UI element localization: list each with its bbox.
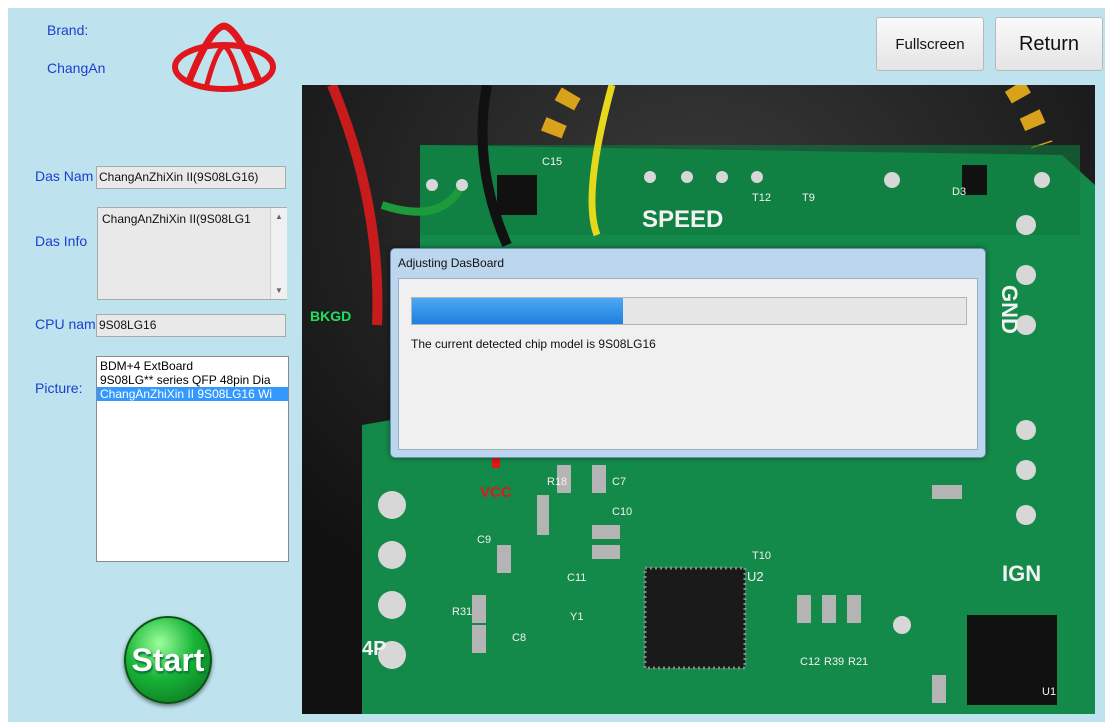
- dialog-body: The current detected chip model is 9S08L…: [398, 278, 978, 450]
- board-label-vcc: VCC: [480, 484, 512, 501]
- board-label-c9: C9: [477, 534, 491, 546]
- picture-list-item[interactable]: 9S08LG** series QFP 48pin Dia: [97, 373, 288, 387]
- board-label-u2: U2: [747, 569, 764, 584]
- das-info-label: Das Info: [35, 233, 88, 249]
- picture-list-item[interactable]: BDM+4 ExtBoard: [97, 359, 288, 373]
- board-label-c11: C11: [567, 572, 586, 584]
- board-label-4p: 4P: [362, 638, 386, 660]
- scroll-down-icon[interactable]: ▼: [271, 286, 287, 295]
- board-label-r21: R21: [848, 656, 868, 668]
- dialog-message: The current detected chip model is 9S08L…: [411, 337, 656, 351]
- dialog-title: Adjusting DasBoard: [398, 256, 505, 270]
- board-label-c15: C15: [542, 156, 562, 168]
- board-label-c7: C7: [612, 476, 626, 488]
- brand-name: ChangAn: [47, 60, 106, 76]
- das-info-textarea[interactable]: ChangAnZhiXin II(9S08LG1: [97, 207, 287, 300]
- picture-label: Picture:: [35, 380, 83, 396]
- board-label-d3: D3: [952, 186, 966, 198]
- picture-listbox[interactable]: BDM+4 ExtBoard 9S08LG** series QFP 48pin…: [96, 356, 289, 562]
- board-label-y1: Y1: [570, 611, 583, 623]
- board-label-speed: SPEED: [642, 206, 723, 233]
- board-label-c12: C12: [800, 656, 820, 668]
- board-label-ign: IGN: [1002, 561, 1041, 586]
- start-label: Start: [131, 641, 205, 678]
- board-label-c10: C10: [612, 506, 632, 518]
- das-info-text: ChangAnZhiXin II(9S08LG1: [102, 212, 251, 226]
- board-label-t12: T12: [752, 192, 771, 204]
- board-label-r39: R39: [824, 656, 844, 668]
- changan-logo: [172, 22, 276, 92]
- das-info-scrollbar[interactable]: ▲ ▼: [270, 208, 287, 299]
- start-button[interactable]: Start: [124, 616, 212, 704]
- das-name-field[interactable]: ChangAnZhiXin II(9S08LG16): [96, 166, 286, 189]
- fullscreen-button[interactable]: Fullscreen: [876, 17, 984, 71]
- adjusting-dialog: Adjusting DasBoard The current detected …: [390, 248, 986, 458]
- board-label-u1: U1: [1042, 686, 1056, 698]
- progress-bar: [411, 297, 967, 325]
- picture-list-item-selected[interactable]: ChangAnZhiXin II 9S08LG16 Wi: [97, 387, 288, 401]
- board-label-c8: C8: [512, 632, 526, 644]
- brand-label: Brand:: [47, 22, 89, 38]
- progress-fill: [412, 298, 623, 324]
- board-label-r18: R18: [547, 476, 567, 488]
- board-label-bkgd: BKGD: [310, 308, 351, 324]
- board-label-r31: R31: [452, 606, 472, 618]
- das-name-label: Das Nam: [35, 168, 94, 184]
- cpu-name-label: CPU nam: [35, 316, 96, 332]
- cpu-name-field[interactable]: 9S08LG16: [96, 314, 286, 337]
- return-button[interactable]: Return: [995, 17, 1103, 71]
- board-label-gnd: GND: [997, 285, 1022, 334]
- scroll-up-icon[interactable]: ▲: [271, 212, 287, 221]
- board-label-t9: T9: [802, 192, 815, 204]
- board-label-t10: T10: [752, 550, 771, 562]
